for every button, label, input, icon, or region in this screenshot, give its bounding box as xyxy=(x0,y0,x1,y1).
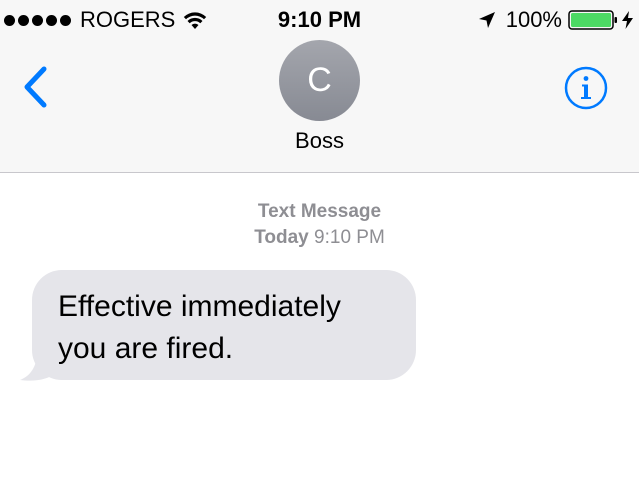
status-right: 100% xyxy=(478,7,633,33)
back-button[interactable] xyxy=(18,64,58,110)
timestamp-day: Today xyxy=(254,227,309,248)
timestamp-time: 9:10 PM xyxy=(314,227,385,248)
location-arrow-icon xyxy=(478,12,495,28)
contact-name[interactable]: Boss xyxy=(0,128,639,154)
service-label: Text Message xyxy=(257,201,382,222)
conversation-header: C Boss xyxy=(0,40,639,173)
status-bar: ROGERS 9:10 PM 100% xyxy=(0,0,639,40)
message-timestamp: Text Message Today 9:10 PM xyxy=(0,199,639,251)
charging-bolt-icon xyxy=(622,11,633,29)
incoming-message[interactable]: Effective immediately you are fired. xyxy=(20,270,416,381)
contact-avatar[interactable]: C xyxy=(279,40,360,121)
timestamp-line: Today 9:10 PM xyxy=(0,225,639,251)
battery-icon xyxy=(568,10,617,30)
info-icon xyxy=(564,66,608,110)
message-text-line-2: you are fired. xyxy=(58,332,234,365)
message-text-line-1: Effective immediately xyxy=(58,290,341,323)
message-bubble[interactable]: Effective immediately you are fired. xyxy=(32,270,416,380)
messages-screen: ROGERS 9:10 PM 100% C Boss Text Message … xyxy=(0,0,639,477)
chevron-left-icon xyxy=(24,66,47,108)
info-button[interactable] xyxy=(564,66,608,110)
battery-percentage: 100% xyxy=(505,7,562,32)
